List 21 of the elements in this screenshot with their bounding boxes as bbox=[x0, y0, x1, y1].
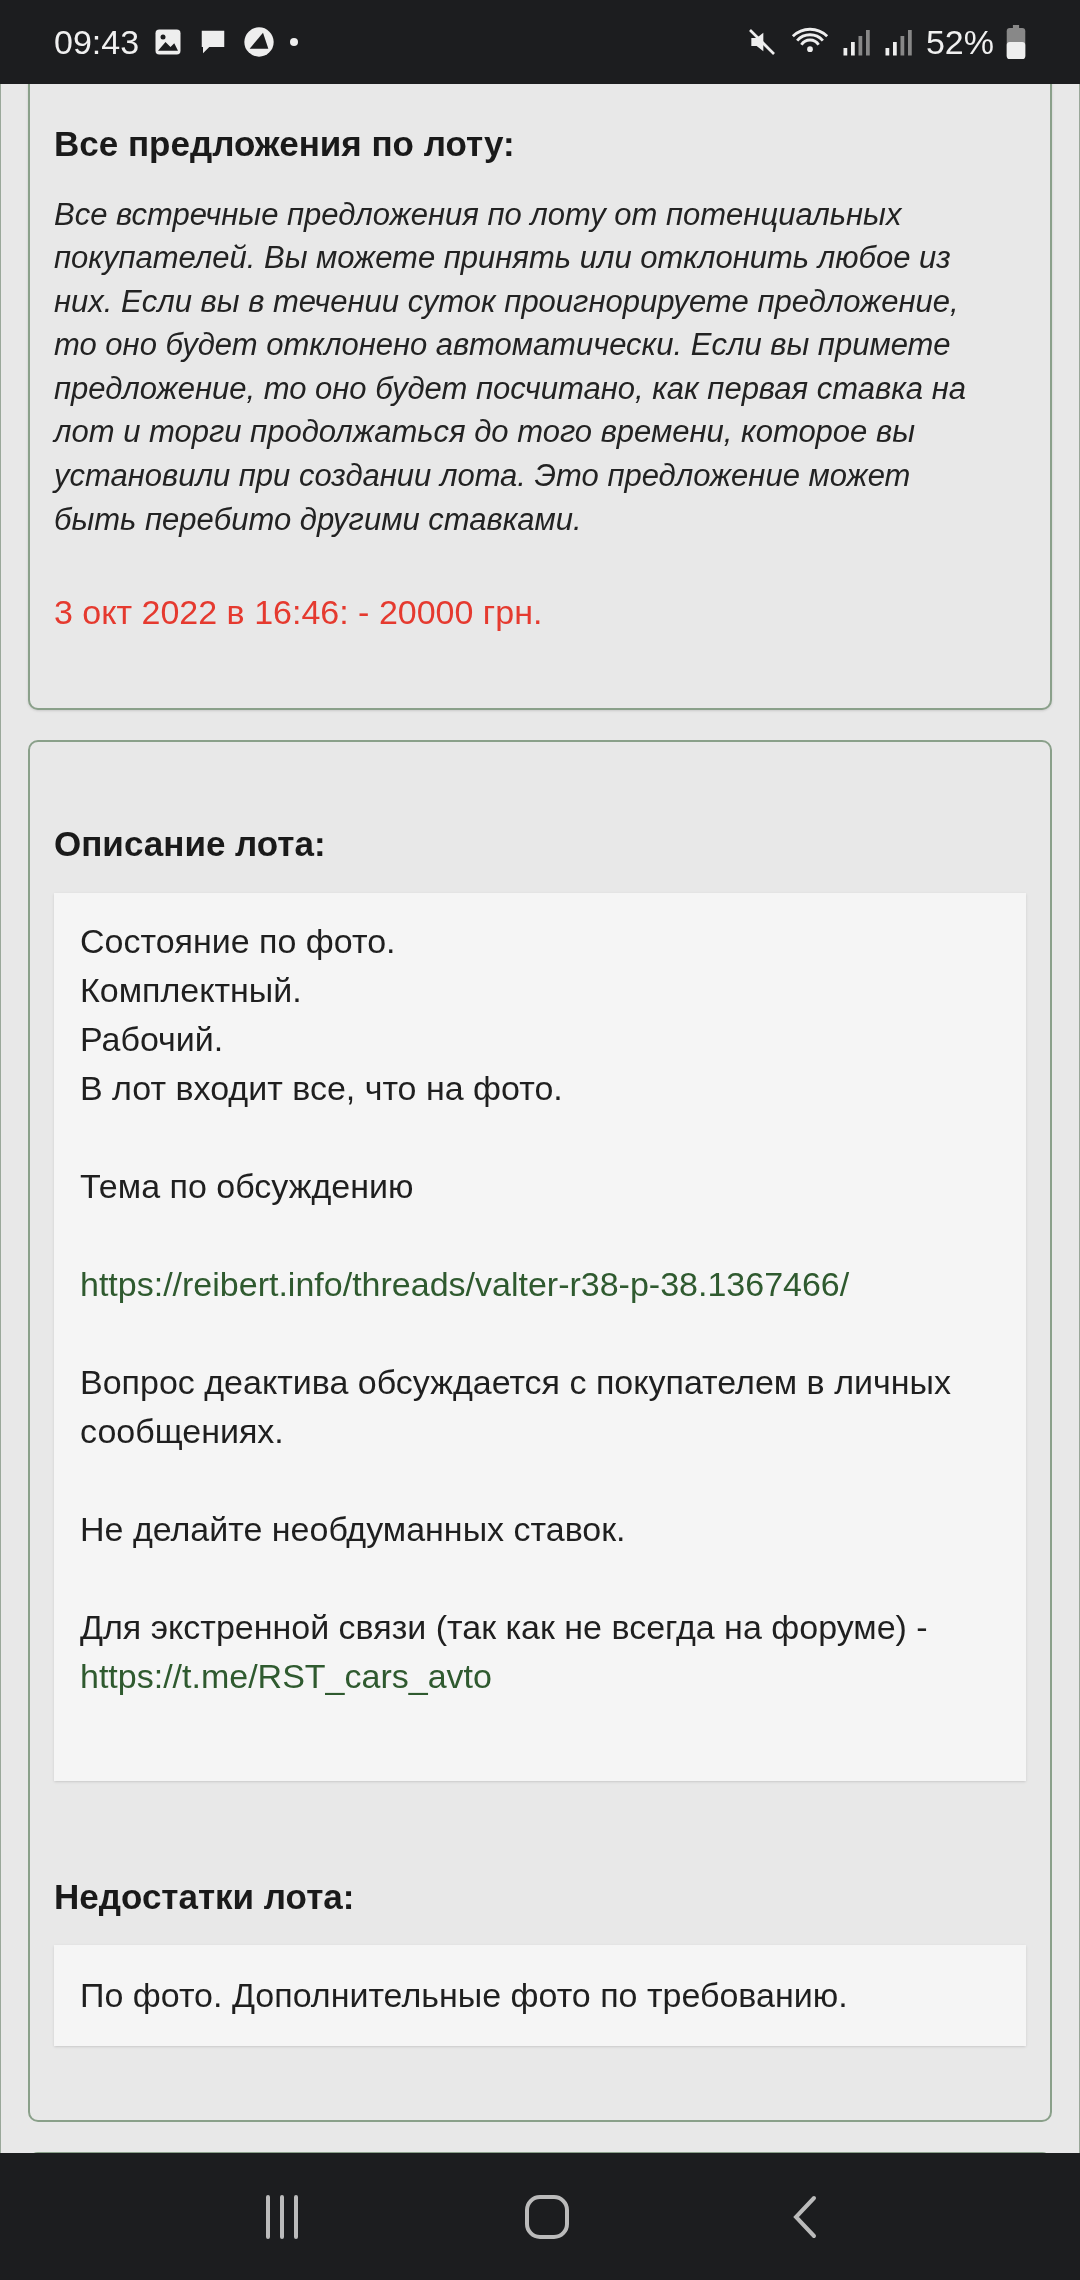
description-paragraph: Для экстренной связи (так как не всегда на форуме) - https://t.me/RST_cars_avto bbox=[80, 1606, 929, 1697]
battery-percent: 52% bbox=[925, 21, 994, 63]
dot-icon bbox=[289, 37, 300, 47]
signal-icon bbox=[841, 27, 872, 57]
description-paragraph: Состояние по фото. Комплектный. Рабочий. В лот входит все, что на фото. bbox=[80, 920, 564, 1109]
section-heading: Все предложения по лоту: bbox=[54, 123, 516, 165]
link[interactable]: https://reibert.info/threads/valter-r38-p-38.1367466/ bbox=[80, 1264, 850, 1303]
offer-entry: 3 окт 2022 в 16:46: - 20000 грн. bbox=[54, 592, 544, 634]
link[interactable]: https://t.me/RST_cars_avto bbox=[80, 1656, 492, 1695]
section-heading: Недостатки лота: bbox=[54, 1875, 356, 1918]
battery-icon bbox=[1006, 25, 1026, 59]
defects-text: По фото. Дополнительные фото по требованию. bbox=[80, 1976, 848, 2015]
image-icon bbox=[153, 27, 184, 57]
signal-icon bbox=[883, 27, 914, 57]
clock: 09:43 bbox=[54, 21, 140, 63]
offers-description: Все встречные предложения по лоту от потенциальных покупателей. Вы можете принять или отклонить любое из них. Если вы в течении суток проигнорируете предложение, то оно будет отклонено автоматически. Если вы примете предложение, то оно будет посчитано, как первая ставка на лот и торги продолжаться до того времени, которое вы установили при создании лота. Это предложение может быть перебито другими ставками. bbox=[54, 195, 967, 539]
description-paragraph: Вопрос деактива обсуждается с покупателем в личных сообщениях. bbox=[80, 1361, 952, 1452]
section-heading: Описание лота: bbox=[54, 823, 327, 866]
home-icon[interactable] bbox=[524, 2193, 570, 2240]
description-paragraph: Тема по обсуждению bbox=[80, 1165, 415, 1207]
description-paragraph: Не делайте необдуманных ставок. bbox=[80, 1508, 627, 1550]
